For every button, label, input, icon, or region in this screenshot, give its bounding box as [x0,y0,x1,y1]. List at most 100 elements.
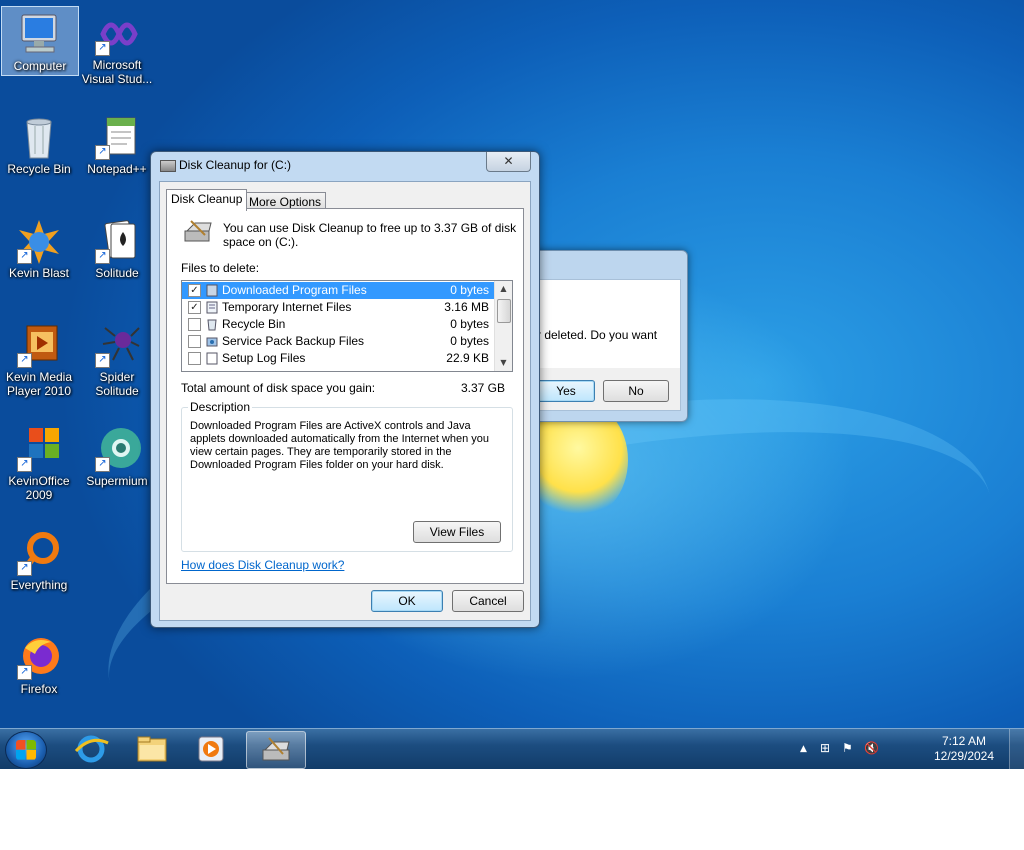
taskbar-clock[interactable]: 7:12 AM 12/29/2024 [924,734,1004,764]
checkbox-checked-icon[interactable]: ✓ [188,284,201,297]
cancel-button[interactable]: Cancel [452,590,524,612]
everything-icon: ↗ [15,530,63,576]
spider-solitude-icon: ↗ [93,322,141,368]
ok-button[interactable]: OK [371,590,443,612]
list-item[interactable]: Recycle Bin 0 bytes [182,316,495,333]
description-label: Description [188,400,253,414]
tab-disk-cleanup[interactable]: Disk Cleanup [166,189,248,211]
desktop-icon-visual-studio[interactable]: ↗ Microsoft Visual Stud... [79,6,155,86]
view-files-button[interactable]: View Files [413,521,501,543]
scroll-thumb[interactable] [497,299,511,323]
desktop-icon-label: Supermium [86,474,148,488]
document-icon [206,301,218,314]
desktop-icon-label: Microsoft Visual Stud... [81,58,153,86]
taskbar-internet-explorer[interactable] [62,731,120,767]
show-hidden-icons-icon[interactable]: ▲ [800,744,807,754]
desktop-icon-label: Firefox [20,682,58,696]
file-category-size: 22.9 KB [446,351,489,365]
desktop-icon-supermium[interactable]: ↗ Supermium [79,422,155,488]
shortcut-arrow-icon: ↗ [17,353,32,368]
list-item[interactable]: Setup Log Files 22.9 KB [182,350,495,367]
shortcut-arrow-icon: ↗ [17,457,32,472]
description-groupbox: Description Downloaded Program Files are… [181,400,513,552]
shortcut-arrow-icon: ↗ [95,457,110,472]
checkbox-unchecked-icon[interactable] [188,335,201,348]
close-button[interactable]: ✕ [486,152,531,172]
description-text: Downloaded Program Files are ActiveX con… [190,420,490,471]
shortcut-arrow-icon: ↗ [95,145,110,160]
folder-icon [206,284,218,297]
disk-cleanup-dialog: Disk Cleanup for (C:) ✕ Disk Cleanup Mor… [150,151,540,628]
dialog-titlebar[interactable]: Disk Cleanup for (C:) ✕ [151,152,539,180]
shortcut-arrow-icon: ↗ [17,249,32,264]
disk-cleanup-title-icon [160,160,176,172]
scroll-down-icon[interactable]: ▼ [495,355,512,371]
desktop-icon-kevinoffice[interactable]: ↗ KevinOffice 2009 [1,422,77,502]
file-category-name: Downloaded Program Files [222,283,367,297]
desktop-icon-label: KevinOffice 2009 [8,474,70,502]
total-space-value: 3.37 GB [460,381,505,395]
desktop-icon-solitude[interactable]: ↗ Solitude [79,214,155,280]
shortcut-arrow-icon: ↗ [17,665,32,680]
checkbox-checked-icon[interactable]: ✓ [188,301,201,314]
shortcut-arrow-icon: ↗ [17,561,32,576]
yes-button[interactable]: Yes [537,380,595,402]
show-desktop-button[interactable] [1009,729,1024,769]
taskbar-disk-cleanup[interactable] [246,731,306,769]
dialog-client-area: Disk Cleanup More Options You can use Di… [159,181,531,621]
intro-text-line-2: space on (C:). [223,235,299,249]
no-button[interactable]: No [603,380,669,402]
taskbar-file-explorer[interactable] [122,731,180,767]
desktop-icon-label: Solitude [95,266,139,280]
file-category-name: Service Pack Backup Files [222,334,365,348]
computer-icon [16,11,64,57]
desktop-icon-everything[interactable]: ↗ Everything [1,526,77,592]
kevin-blast-icon: ↗ [15,218,63,264]
scroll-up-icon[interactable]: ▲ [495,281,512,297]
clock-time: 7:12 AM [941,734,987,748]
help-link[interactable]: How does Disk Cleanup work? [181,558,344,572]
clock-date: 12/29/2024 [933,749,995,763]
desktop-icon-firefox[interactable]: ↗ Firefox [1,630,77,696]
network-icon[interactable]: ⊞ [820,741,830,755]
media-player-icon: ↗ [15,322,63,368]
file-category-size: 0 bytes [450,283,489,297]
list-scrollbar[interactable]: ▲ ▼ [494,281,512,371]
disk-cleanup-tab-panel: You can use Disk Cleanup to free up to 3… [166,208,524,584]
recycle-bin-icon [206,318,218,331]
shortcut-arrow-icon: ↗ [95,41,110,56]
list-item[interactable]: ✓ Temporary Internet Files 3.16 MB [182,299,495,316]
checkbox-unchecked-icon[interactable] [188,318,201,331]
media-player-icon [198,736,224,762]
desktop-icon-notepadpp[interactable]: ↗ Notepad++ [79,110,155,176]
file-category-size: 0 bytes [450,334,489,348]
desktop-icon-computer[interactable]: Computer [1,6,79,76]
start-button[interactable] [5,731,47,769]
solitude-icon: ↗ [93,218,141,264]
disk-cleanup-icon [181,219,213,245]
list-item[interactable]: ✓ Downloaded Program Files 0 bytes [182,282,495,299]
action-center-flag-icon[interactable]: ⚑ [842,741,853,755]
internet-explorer-icon [74,735,109,763]
volume-muted-icon[interactable]: 🔇 [864,741,879,755]
confirm-dialog-behind: r deleted. Do you want Yes No [520,250,688,422]
desktop-icon-label: Computer [13,59,67,73]
desktop-icon-recycle-bin[interactable]: Recycle Bin [1,110,77,176]
list-item[interactable]: Service Pack Backup Files 0 bytes [182,333,495,350]
visual-studio-icon: ↗ [93,10,141,56]
shortcut-arrow-icon: ↗ [95,249,110,264]
file-category-name: Setup Log Files [222,351,306,365]
desktop-icon-label: Kevin Blast [8,266,70,280]
shortcut-arrow-icon: ↗ [95,353,110,368]
desktop-icon-label: Kevin Media Player 2010 [5,370,73,398]
desktop-icon-spider-solitude[interactable]: ↗ Spider Solitude [79,318,155,398]
taskbar-media-player[interactable] [182,731,240,767]
file-category-name: Recycle Bin [222,317,286,331]
desktop-icon-kevin-blast[interactable]: ↗ Kevin Blast [1,214,77,280]
desktop-icon-label: Recycle Bin [7,162,71,176]
files-to-delete-list[interactable]: ✓ Downloaded Program Files 0 bytes ✓ Tem… [181,280,513,372]
desktop-icon-media-player[interactable]: ↗ Kevin Media Player 2010 [1,318,77,398]
desktop-icon-label: Spider Solitude [95,370,139,398]
checkbox-unchecked-icon[interactable] [188,352,201,365]
office-icon: ↗ [15,426,63,472]
